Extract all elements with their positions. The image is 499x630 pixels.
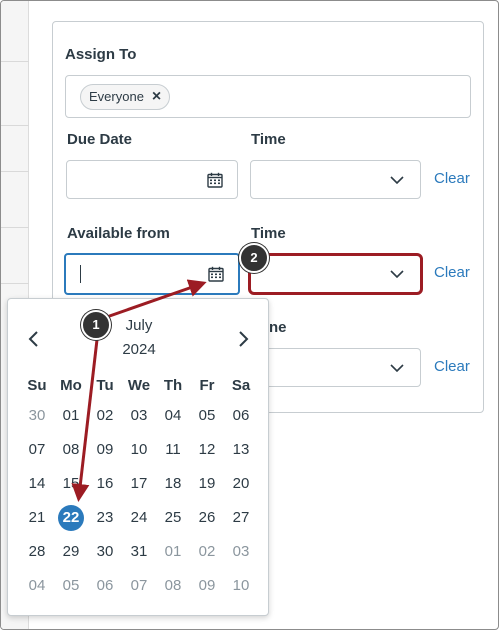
- arrow-to-calendar-icon: [100, 279, 207, 321]
- callout-arrows: [71, 279, 207, 502]
- screenshot-frame: Assign To Everyone × Due Date Time Clear…: [0, 0, 499, 630]
- callout-badge-2: 2: [239, 243, 269, 273]
- arrow-to-selected-day: [71, 330, 100, 502]
- callout-badge-1: 1: [81, 310, 111, 340]
